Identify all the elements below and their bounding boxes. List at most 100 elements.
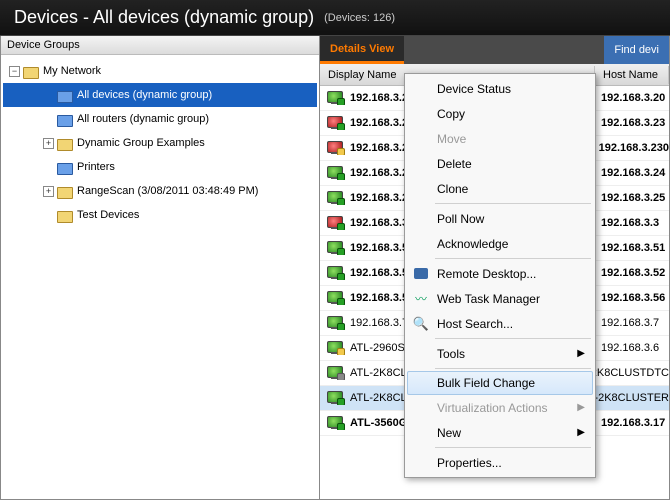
menu-item-label: Properties... bbox=[437, 456, 502, 470]
menu-item[interactable]: New ▶ bbox=[407, 420, 593, 445]
device-status-icon bbox=[326, 141, 344, 155]
menu-item[interactable]: Copy bbox=[407, 101, 593, 126]
tree-item-label: Dynamic Group Examples bbox=[77, 137, 205, 149]
remote-desktop-icon bbox=[413, 266, 429, 282]
menu-item[interactable]: Tools ▶ bbox=[407, 341, 593, 366]
device-host-name: 192.168.3.20 bbox=[601, 92, 665, 104]
tree-root[interactable]: − My Network bbox=[3, 59, 317, 83]
device-host-name: 192.168.3.51 bbox=[601, 242, 665, 254]
tree-root-label: My Network bbox=[43, 65, 101, 77]
collapse-icon[interactable]: − bbox=[9, 66, 20, 77]
tree-item-label: Printers bbox=[77, 161, 115, 173]
menu-separator bbox=[435, 258, 591, 259]
folder-icon bbox=[57, 89, 73, 102]
device-host-name: 192.168.3.230 bbox=[599, 142, 669, 154]
tree-panel: Device Groups − My Network All devices (… bbox=[0, 36, 320, 500]
device-status-icon bbox=[326, 116, 344, 130]
status-badge bbox=[337, 323, 345, 330]
tree-item-label: Test Devices bbox=[77, 209, 139, 221]
folder-icon bbox=[23, 65, 39, 78]
menu-item-label: Host Search... bbox=[437, 317, 513, 331]
device-status-icon bbox=[326, 191, 344, 205]
menu-item-label: Clone bbox=[437, 182, 468, 196]
status-badge bbox=[337, 373, 345, 380]
menu-separator bbox=[435, 203, 591, 204]
device-display-name: 192.168.3.3 bbox=[350, 217, 408, 229]
device-host-name: 192.168.3.23 bbox=[601, 117, 665, 129]
menu-item[interactable]: Delete bbox=[407, 151, 593, 176]
expand-icon[interactable]: + bbox=[43, 186, 54, 197]
device-host-name: 192.168.3.24 bbox=[601, 167, 665, 179]
col-host-name[interactable]: Host Name bbox=[595, 66, 669, 84]
folder-icon bbox=[57, 113, 73, 126]
menu-item[interactable]: 〰Web Task Manager bbox=[407, 286, 593, 311]
device-display-name: 192.168.3.7 bbox=[350, 317, 408, 329]
submenu-arrow-icon: ▶ bbox=[577, 348, 585, 359]
tree-item[interactable]: All devices (dynamic group) bbox=[3, 83, 317, 107]
status-badge bbox=[337, 298, 345, 305]
device-status-icon bbox=[326, 316, 344, 330]
status-badge bbox=[337, 348, 345, 355]
menu-item-label: Remote Desktop... bbox=[437, 267, 536, 281]
status-badge bbox=[337, 223, 345, 230]
tab-bar: Details View Find devi bbox=[320, 36, 669, 64]
tree-item-label: All devices (dynamic group) bbox=[77, 89, 212, 101]
menu-item-label: Device Status bbox=[437, 82, 511, 96]
device-host-name: 192.168.3.17 bbox=[601, 417, 665, 429]
folder-icon bbox=[57, 137, 73, 150]
device-host-name: 192.168.3.6 bbox=[601, 342, 659, 354]
tree-item[interactable]: + RangeScan (3/08/2011 03:48:49 PM) bbox=[3, 179, 317, 203]
tree-item[interactable]: Test Devices bbox=[3, 203, 317, 227]
submenu-arrow-icon: ▶ bbox=[577, 402, 585, 413]
tree-item-label: RangeScan (3/08/2011 03:48:49 PM) bbox=[77, 185, 258, 197]
status-badge bbox=[337, 123, 345, 130]
menu-item: Virtualization Actions ▶ bbox=[407, 395, 593, 420]
menu-item[interactable]: Device Status bbox=[407, 76, 593, 101]
tree-spacer bbox=[43, 162, 54, 173]
device-host-name: 192.168.3.3 bbox=[601, 217, 659, 229]
device-status-icon bbox=[326, 216, 344, 230]
device-status-icon bbox=[326, 266, 344, 280]
menu-item-label: Move bbox=[437, 132, 466, 146]
status-badge bbox=[337, 248, 345, 255]
search-icon: 🔍 bbox=[413, 316, 429, 332]
tree-spacer bbox=[43, 90, 54, 101]
device-status-icon bbox=[326, 241, 344, 255]
menu-item[interactable]: Remote Desktop... bbox=[407, 261, 593, 286]
menu-item[interactable]: Acknowledge bbox=[407, 231, 593, 256]
device-host-name: 192.168.3.52 bbox=[601, 267, 665, 279]
menu-item-label: Virtualization Actions bbox=[437, 401, 548, 415]
device-status-icon bbox=[326, 291, 344, 305]
page-title: Devices - All devices (dynamic group) bbox=[14, 7, 314, 28]
menu-item[interactable]: Poll Now bbox=[407, 206, 593, 231]
folder-icon bbox=[57, 161, 73, 174]
menu-item-label: Acknowledge bbox=[437, 237, 508, 251]
menu-item-label: Poll Now bbox=[437, 212, 484, 226]
expand-icon[interactable]: + bbox=[43, 138, 54, 149]
tab-details[interactable]: Details View bbox=[320, 36, 404, 64]
status-badge bbox=[337, 98, 345, 105]
menu-item-label: Tools bbox=[437, 347, 465, 361]
device-status-icon bbox=[326, 416, 344, 430]
menu-item[interactable]: Clone bbox=[407, 176, 593, 201]
menu-separator bbox=[435, 368, 591, 369]
menu-item[interactable]: Properties... bbox=[407, 450, 593, 475]
tree-item[interactable]: Printers bbox=[3, 155, 317, 179]
menu-item-label: New bbox=[437, 426, 461, 440]
device-host-name: 192.168.3.7 bbox=[601, 317, 659, 329]
menu-item[interactable]: Bulk Field Change bbox=[407, 371, 593, 395]
menu-item[interactable]: 🔍 Host Search... bbox=[407, 311, 593, 336]
status-badge bbox=[337, 198, 345, 205]
find-device[interactable]: Find devi bbox=[604, 36, 669, 64]
submenu-arrow-icon: ▶ bbox=[577, 427, 585, 438]
menu-item-label: Web Task Manager bbox=[437, 292, 540, 306]
tree-item[interactable]: All routers (dynamic group) bbox=[3, 107, 317, 131]
device-status-icon bbox=[326, 91, 344, 105]
menu-item: Move bbox=[407, 126, 593, 151]
tree-item[interactable]: + Dynamic Group Examples bbox=[3, 131, 317, 155]
folder-icon bbox=[57, 185, 73, 198]
device-status-icon bbox=[326, 391, 344, 405]
tree-spacer bbox=[43, 114, 54, 125]
menu-item-label: Copy bbox=[437, 107, 465, 121]
device-status-icon bbox=[326, 341, 344, 355]
